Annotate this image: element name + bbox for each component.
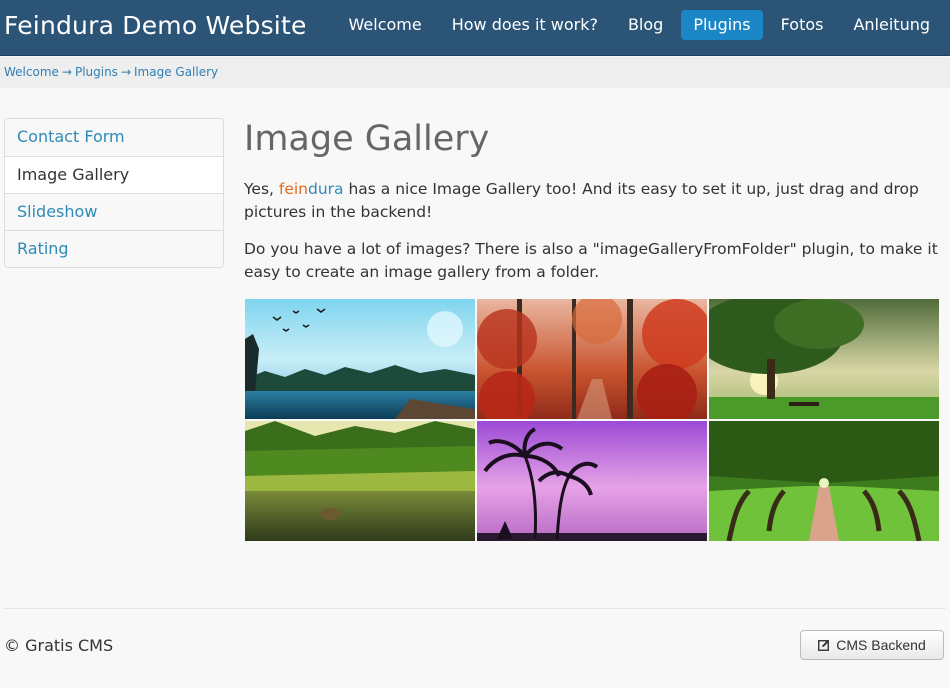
sidebar-item-image-gallery[interactable]: Image Gallery: [5, 156, 223, 193]
gallery-thumb-tree-sunset[interactable]: [709, 299, 939, 419]
green-tree-sunset-image: [709, 299, 939, 419]
brand-fein-text: fein: [278, 180, 308, 198]
red-autumn-forest-image: [477, 299, 707, 419]
gallery-thumb-river[interactable]: [245, 421, 475, 541]
nav-item-how-does-it-work[interactable]: How does it work?: [440, 10, 610, 40]
sidebar-item-slideshow[interactable]: Slideshow: [5, 193, 223, 230]
brand-dura-text: dura: [308, 180, 344, 198]
breadcrumb-image-gallery[interactable]: Image Gallery: [134, 65, 218, 79]
edit-icon: [818, 639, 830, 651]
nav-item-welcome[interactable]: Welcome: [337, 10, 434, 40]
breadcrumb-plugins[interactable]: Plugins: [75, 65, 118, 79]
gallery-thumb-autumn-forest[interactable]: [477, 299, 707, 419]
intro-text-start: Yes,: [244, 180, 279, 198]
purple-palm-sunset-image: [477, 421, 707, 541]
intro-text-end: has a nice Image Gallery too! And its ea…: [244, 180, 919, 221]
gallery-thumb-oak-alley[interactable]: [709, 421, 939, 541]
cms-backend-label: CMS Backend: [836, 637, 926, 653]
sidebar-item-rating[interactable]: Rating: [5, 230, 223, 267]
footer-copyright: © Gratis CMS: [4, 636, 114, 655]
main-nav: Welcome How does it work? Blog Plugins F…: [331, 10, 942, 40]
gallery-thumb-palms[interactable]: [477, 421, 707, 541]
cms-backend-button[interactable]: CMS Backend: [800, 630, 944, 660]
nav-item-blog[interactable]: Blog: [616, 10, 675, 40]
breadcrumb-separator: →: [120, 65, 131, 79]
nav-item-anleitung[interactable]: Anleitung: [841, 10, 942, 40]
green-river-reeds-image: [245, 421, 475, 541]
breadcrumb-welcome[interactable]: Welcome: [4, 65, 59, 79]
sidebar-item-contact-form[interactable]: Contact Form: [5, 119, 223, 156]
image-gallery-grid: [245, 299, 941, 541]
top-navbar: Feindura Demo Website Welcome How does i…: [0, 0, 950, 56]
feindura-link[interactable]: feindura: [279, 180, 344, 198]
footer-divider: [4, 608, 946, 609]
lake-birds-image: [245, 299, 475, 419]
site-title-link[interactable]: Feindura Demo Website: [4, 10, 307, 42]
intro-paragraph: Yes, feindura has a nice Image Gallery t…: [244, 178, 944, 224]
breadcrumb-separator: →: [61, 65, 72, 79]
nav-item-fotos[interactable]: Fotos: [769, 10, 836, 40]
folder-plugin-paragraph: Do you have a lot of images? There is al…: [244, 240, 938, 281]
oak-alley-path-image: [709, 421, 939, 541]
nav-item-plugins[interactable]: Plugins: [681, 10, 763, 40]
sidebar-nav: Contact Form Image Gallery Slideshow Rat…: [4, 118, 224, 268]
gallery-thumb-lake[interactable]: [245, 299, 475, 419]
breadcrumb: Welcome → Plugins → Image Gallery: [0, 57, 950, 88]
page-title: Image Gallery: [244, 119, 490, 159]
